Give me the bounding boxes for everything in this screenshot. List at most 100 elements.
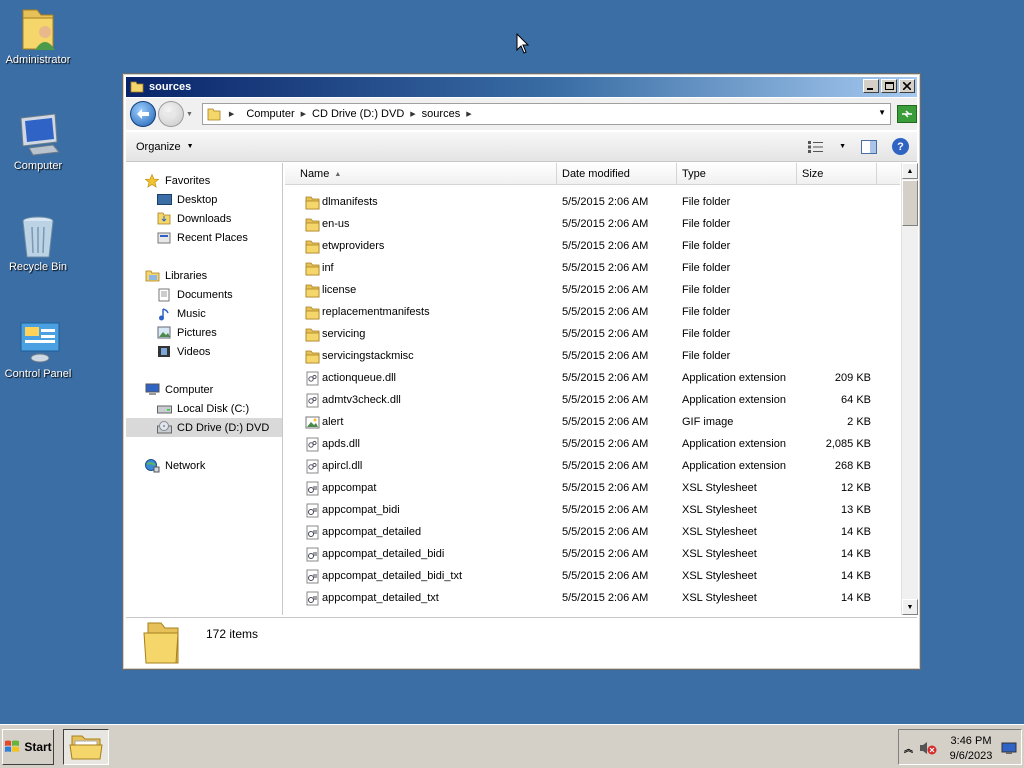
nav-item-pictures[interactable]: Pictures	[126, 323, 282, 342]
file-name: appcompat_detailed_bidi	[322, 548, 445, 560]
refresh-button[interactable]	[897, 105, 917, 123]
breadcrumb-cd-drive[interactable]: ▶ CD Drive (D:) DVD	[301, 108, 405, 120]
vertical-scrollbar[interactable]: ▲ ▼	[901, 163, 918, 615]
file-name: apds.dll	[322, 438, 360, 450]
folder-icon	[305, 327, 320, 342]
nav-label: Libraries	[165, 269, 208, 282]
desktop-icon-label: Control Panel	[4, 368, 72, 380]
breadcrumb-sources[interactable]: ▶ sources ▶	[410, 108, 477, 120]
folder-icon	[305, 217, 320, 232]
nav-item-libraries[interactable]: Libraries	[126, 266, 282, 285]
scroll-up-button[interactable]: ▲	[902, 163, 918, 179]
file-row[interactable]: license 5/5/2015 2:06 AM File folder	[285, 280, 900, 302]
file-row[interactable]: dlmanifests 5/5/2015 2:06 AM File folder	[285, 192, 900, 214]
nav-item-favorites[interactable]: Favorites	[126, 171, 282, 190]
nav-item-computer[interactable]: Computer	[126, 380, 282, 399]
file-row[interactable]: appcompat 5/5/2015 2:06 AM XSL Stylesheet 1…	[285, 478, 900, 500]
file-type: XSL Stylesheet	[682, 504, 757, 516]
dll-file-icon	[305, 437, 320, 452]
nav-item-music[interactable]: Music	[126, 304, 282, 323]
column-header-type[interactable]: Type	[677, 163, 797, 185]
chevron-right-icon[interactable]: ▶	[410, 110, 415, 118]
file-row[interactable]: appcompat_detailed_bidi 5/5/2015 2:06 AM X…	[285, 544, 900, 566]
file-size: 2 KB	[847, 416, 871, 428]
minimize-button[interactable]	[863, 79, 879, 93]
column-header-date[interactable]: Date modified	[557, 163, 677, 185]
file-row[interactable]: replacementmanifests 5/5/2015 2:06 AM File…	[285, 302, 900, 324]
file-date: 5/5/2015 2:06 AM	[562, 196, 649, 208]
file-row[interactable]: apircl.dll 5/5/2015 2:06 AM Application ex…	[285, 456, 900, 478]
desktop-icon	[156, 193, 172, 207]
maximize-button[interactable]	[881, 79, 897, 93]
taskbar-explorer-button[interactable]	[63, 729, 109, 765]
file-type: File folder	[682, 284, 731, 296]
file-row[interactable]: appcompat_detailed_bidi_txt 5/5/2015 2:06…	[285, 566, 900, 588]
nav-item-recent-places[interactable]: Recent Places	[126, 228, 282, 247]
network-icon	[144, 458, 160, 473]
column-header-size[interactable]: Size	[797, 163, 877, 185]
desktop-icon-administrator[interactable]: Administrator	[0, 6, 76, 66]
scrollbar-thumb[interactable]	[902, 180, 918, 226]
views-dropdown-icon[interactable]: ▼	[839, 143, 846, 150]
file-name: dlmanifests	[322, 196, 378, 208]
desktop-icon-control-panel[interactable]: Control Panel	[0, 320, 76, 380]
nav-label: Favorites	[165, 174, 211, 187]
file-row[interactable]: appcompat_detailed 5/5/2015 2:06 AM XSL St…	[285, 522, 900, 544]
nav-item-desktop[interactable]: Desktop	[126, 190, 282, 209]
xsl-file-icon	[305, 503, 320, 518]
show-hidden-icons-button[interactable]: ︽	[904, 742, 913, 755]
file-row[interactable]: alert 5/5/2015 2:06 AM GIF image 2 KB	[285, 412, 900, 434]
nav-item-videos[interactable]: Videos	[126, 342, 282, 361]
address-field[interactable]: ▶ Computer ▶ CD Drive (D:) DVD ▶ sources…	[201, 103, 892, 125]
network-status-icon[interactable]	[1001, 742, 1017, 754]
folder-icon	[305, 305, 320, 320]
file-row[interactable]: admtv3check.dll 5/5/2015 2:06 AM Applicati…	[285, 390, 900, 412]
breadcrumb-computer[interactable]: Computer	[246, 108, 294, 120]
file-row[interactable]: apds.dll 5/5/2015 2:06 AM Application exte…	[285, 434, 900, 456]
clock[interactable]: 3:46 PM 9/6/2023	[941, 734, 1001, 764]
file-name: en-us	[322, 218, 350, 230]
column-header-label: Type	[682, 168, 706, 180]
preview-pane-button[interactable]	[860, 139, 878, 155]
views-button[interactable]	[807, 139, 825, 155]
window-titlebar[interactable]: sources	[126, 77, 917, 97]
recent-pages-dropdown[interactable]: ▼	[186, 111, 196, 118]
back-button[interactable]	[130, 101, 156, 127]
file-date: 5/5/2015 2:06 AM	[562, 394, 649, 406]
file-row[interactable]: etwproviders 5/5/2015 2:06 AM File folder	[285, 236, 900, 258]
nav-item-documents[interactable]: Documents	[126, 285, 282, 304]
desktop-icon-recycle-bin[interactable]: Recycle Bin	[0, 213, 76, 273]
file-row[interactable]: appcompat_bidi 5/5/2015 2:06 AM XSL Styles…	[285, 500, 900, 522]
close-button[interactable]	[899, 79, 915, 93]
breadcrumb-label: CD Drive (D:) DVD	[312, 108, 405, 120]
file-date: 5/5/2015 2:06 AM	[562, 262, 649, 274]
column-header-name[interactable]: Name ▲	[285, 163, 557, 185]
nav-item-local-disk[interactable]: Local Disk (C:)	[126, 399, 282, 418]
file-row[interactable]: actionqueue.dll 5/5/2015 2:06 AM Applicati…	[285, 368, 900, 390]
scroll-down-button[interactable]: ▼	[902, 599, 918, 615]
file-row[interactable]: appcompat_detailed_txt 5/5/2015 2:06 AM XS…	[285, 588, 900, 610]
organize-button[interactable]: Organize ▼	[136, 141, 194, 153]
file-row[interactable]: servicingstackmisc 5/5/2015 2:06 AM File f…	[285, 346, 900, 368]
file-date: 5/5/2015 2:06 AM	[562, 240, 649, 252]
breadcrumb-root-chevron[interactable]: ▶	[229, 110, 240, 118]
nav-item-cd-drive[interactable]: CD Drive (D:) DVD	[126, 418, 282, 437]
address-dropdown-icon[interactable]: ▼	[878, 108, 886, 117]
file-row[interactable]: inf 5/5/2015 2:06 AM File folder	[285, 258, 900, 280]
file-date: 5/5/2015 2:06 AM	[562, 306, 649, 318]
file-size: 14 KB	[841, 526, 871, 538]
start-button[interactable]: Start	[2, 729, 54, 765]
volume-muted-icon[interactable]	[919, 740, 937, 756]
nav-item-network[interactable]: Network	[126, 456, 282, 475]
file-row[interactable]: servicing 5/5/2015 2:06 AM File folder	[285, 324, 900, 346]
computer-icon	[144, 383, 160, 397]
nav-item-downloads[interactable]: Downloads	[126, 209, 282, 228]
file-type: Application extension	[682, 394, 786, 406]
chevron-right-icon[interactable]: ▶	[466, 110, 471, 118]
file-type: Application extension	[682, 460, 786, 472]
chevron-right-icon[interactable]: ▶	[301, 110, 306, 118]
desktop-icon-computer[interactable]: Computer	[0, 112, 76, 172]
file-row[interactable]: en-us 5/5/2015 2:06 AM File folder	[285, 214, 900, 236]
forward-button[interactable]	[157, 101, 184, 127]
help-icon[interactable]: ?	[892, 138, 909, 155]
